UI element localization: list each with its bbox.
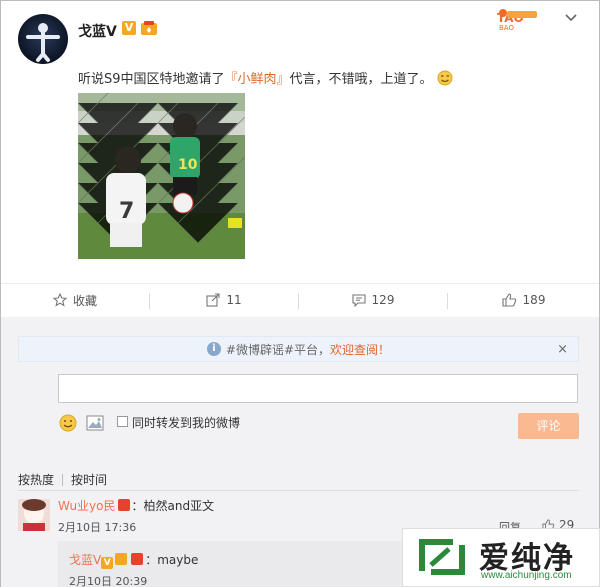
notice-link[interactable]: 欢迎查阅！: [330, 341, 390, 358]
post-photo[interactable]: 10 7: [78, 93, 245, 259]
sort-divider-line: [18, 490, 579, 491]
nested-reply-time: 2月10日 20:39: [69, 575, 148, 587]
aichunjing-logo-icon: [419, 539, 465, 575]
watermark-url: www.aichunjing.com: [481, 570, 572, 581]
rumor-notice-bar: i #微博辟谣#平台， 欢迎查阅！ ×: [18, 336, 579, 362]
post-text: 听说S9中国区特地邀请了『小鲜肉』代言，不错哦，上道了。: [78, 68, 453, 87]
nested-reply-line: 戈蓝V V ：maybe: [69, 551, 198, 569]
comment-time: 2月10日 17:36: [58, 521, 137, 534]
comment-sort-bar: 按热度 按时间: [18, 471, 107, 488]
sort-by-time[interactable]: 按时间: [71, 471, 107, 488]
chevron-down-icon[interactable]: [564, 13, 578, 23]
submit-comment-button[interactable]: 评论: [518, 413, 579, 439]
like-count: 189: [522, 293, 546, 307]
site-watermark: 爱纯净 www.aichunjing.com: [402, 528, 600, 587]
weibo-post: 戈蓝V V ♦ TAO BAO 听说S9中国区特地邀请了『小鲜肉』代言，不错哦，…: [1, 1, 599, 281]
comment-count: 129: [371, 293, 395, 307]
comment-button[interactable]: 129: [299, 284, 447, 316]
smile-emoji-icon: [437, 70, 453, 86]
sort-by-hot[interactable]: 按热度: [18, 471, 54, 488]
svg-text:♦: ♦: [145, 26, 152, 35]
fan-badge-icon: ♦: [141, 21, 157, 35]
nested-reply-username[interactable]: 戈蓝V: [69, 553, 101, 567]
member-badge-icon: [117, 499, 130, 511]
photo-kids-image: 10 7: [78, 93, 245, 259]
info-icon: i: [206, 342, 221, 356]
comment-input[interactable]: [58, 374, 578, 403]
forward-checkbox[interactable]: [117, 416, 128, 427]
close-icon[interactable]: ×: [557, 342, 568, 357]
comment-avatar[interactable]: [18, 499, 50, 531]
comment-text: ：柏然and亚文: [131, 499, 215, 513]
star-icon: [52, 293, 67, 307]
svg-text:7: 7: [119, 199, 134, 224]
forward-count: 11: [226, 293, 242, 307]
taobao-tag-icon: TAO BAO: [497, 9, 537, 32]
favorite-button[interactable]: 收藏: [1, 284, 149, 316]
comment-text-line: Wu业yo民 ：柏然and亚文: [58, 497, 214, 514]
post-text-before: 听说S9中国区特地邀请了: [78, 72, 225, 87]
user-avatar[interactable]: [18, 14, 68, 64]
emoji-icon[interactable]: [59, 414, 77, 432]
favorite-label: 收藏: [72, 293, 97, 308]
comment-icon: [351, 294, 366, 307]
svg-text:BAO: BAO: [499, 24, 514, 32]
nested-reply-text: ：maybe: [145, 553, 199, 567]
thumbs-up-icon: [501, 293, 516, 307]
svg-text:10: 10: [178, 157, 198, 173]
post-action-bar: 收藏 11 129 189: [1, 283, 599, 315]
post-username[interactable]: 戈蓝V: [78, 21, 117, 41]
post-text-after: 代言，不错哦，上道了。: [289, 72, 433, 87]
verified-v-icon: V: [101, 557, 114, 569]
notice-prefix: #微博辟谣#平台，: [225, 342, 331, 357]
like-button[interactable]: 189: [448, 284, 599, 316]
verified-v-icon: V: [122, 21, 136, 35]
comment-avatar-image: [18, 499, 50, 531]
avatar-figure-icon: [26, 23, 60, 62]
comment-username[interactable]: Wu业yo民: [58, 499, 116, 513]
forward-icon: [206, 293, 220, 307]
post-text-highlight[interactable]: 『小鲜肉』: [225, 72, 290, 87]
image-icon[interactable]: [86, 415, 104, 431]
forward-checkbox-label[interactable]: 同时转发到我的微博: [132, 414, 240, 431]
forward-button[interactable]: 11: [150, 284, 298, 316]
member-badge-icon: [131, 553, 144, 565]
fan-badge-icon: [115, 553, 128, 565]
sort-divider: [62, 473, 64, 486]
